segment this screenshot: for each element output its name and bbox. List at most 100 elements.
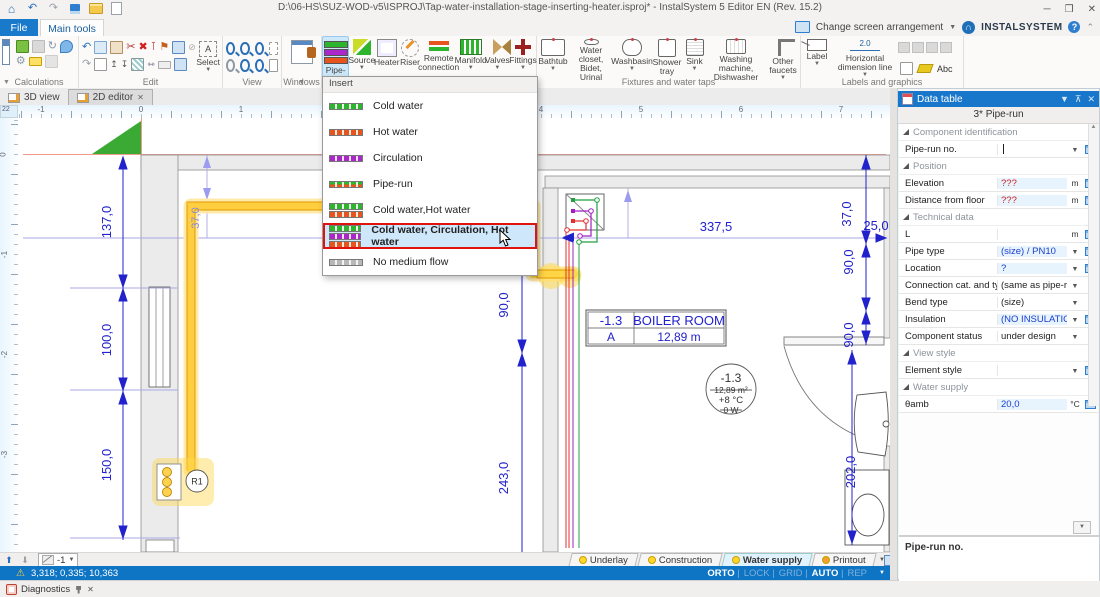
- tab-file[interactable]: File: [0, 19, 38, 36]
- menu-item-circulation[interactable]: Circulation: [323, 145, 537, 171]
- mode-auto[interactable]: AUTO: [812, 568, 844, 579]
- dropdown-arrow-icon[interactable]: ▼: [1072, 368, 1079, 375]
- row-distance-from-floor[interactable]: Distance from floor ??? m: [899, 192, 1098, 209]
- pipe-run-no-input[interactable]: [998, 144, 1067, 155]
- tab-water-supply[interactable]: Water supply: [721, 553, 813, 567]
- distance-input[interactable]: ???: [998, 195, 1067, 206]
- washing-machine-button[interactable]: Washing machine, Dishwasher: [706, 36, 766, 82]
- tab-construction[interactable]: Construction: [637, 553, 723, 567]
- gear-icon[interactable]: ⚙: [16, 56, 26, 67]
- bathtub-button[interactable]: Bathtub ▼: [537, 36, 569, 82]
- close-tab-icon[interactable]: ✕: [137, 93, 144, 102]
- align-down-icon[interactable]: ↧: [121, 60, 129, 69]
- move-down-icon[interactable]: ⬇: [18, 554, 32, 566]
- dropdown-arrow-icon[interactable]: ▼: [1072, 283, 1079, 290]
- radiator-r1[interactable]: R1: [152, 458, 214, 506]
- highlighter-icon[interactable]: [916, 64, 933, 73]
- zoom-window-icon[interactable]: [269, 42, 278, 55]
- pin-icon[interactable]: [76, 586, 81, 594]
- mode-orto[interactable]: ORTO: [707, 568, 739, 579]
- help-icon[interactable]: ?: [1068, 21, 1080, 33]
- row-location[interactable]: Location ? ▼: [899, 260, 1098, 277]
- collapse-ribbon-icon[interactable]: ⌃: [1086, 22, 1094, 33]
- refresh-icon[interactable]: ↻: [48, 41, 57, 52]
- theta-amb-input[interactable]: 20,0: [998, 399, 1067, 410]
- maximize-button[interactable]: ❒: [1065, 4, 1074, 15]
- row-pipe-type[interactable]: Pipe type (size) / PN10 ▼: [899, 243, 1098, 260]
- sink-button[interactable]: Sink ▼: [683, 36, 706, 82]
- close-diagnostics-icon[interactable]: ✕: [87, 585, 94, 594]
- menu-item-cold-circulation-hot[interactable]: Cold water, Circulation, Hot water: [323, 223, 537, 249]
- horizontal-dimension-button[interactable]: 2.0 Horizontal dimension line ▼: [833, 36, 897, 82]
- rectangle-icon[interactable]: [94, 58, 107, 71]
- text-tool-button[interactable]: Abc: [937, 64, 953, 74]
- row-theta-amb[interactable]: θamb 20,0 °C: [899, 396, 1098, 413]
- windows-icon[interactable]: [291, 40, 313, 64]
- water-drop-icon[interactable]: [60, 40, 73, 53]
- storey-combo[interactable]: -1 ▼: [38, 553, 78, 567]
- calc-options-icon[interactable]: [32, 40, 45, 53]
- room-label-table[interactable]: -1.3 BOILER ROOM A 12,89 m: [586, 310, 726, 346]
- shower-tray-button[interactable]: Shower tray: [651, 36, 683, 82]
- dropdown-arrow-icon[interactable]: ▼: [1072, 249, 1079, 256]
- dropdown-arrow-icon[interactable]: ▼: [1072, 266, 1079, 273]
- washbasin-button[interactable]: Washbasin ▼: [613, 36, 651, 82]
- viewport-icon[interactable]: [269, 59, 278, 72]
- delete-icon[interactable]: ✖: [138, 42, 147, 53]
- row-insulation[interactable]: Insulation (NO INSULATION) ▼: [899, 311, 1098, 328]
- panel-pin-icon[interactable]: ⊼: [1075, 94, 1082, 105]
- zoom-selection-icon[interactable]: [240, 59, 249, 72]
- zoom-extents-icon[interactable]: [255, 42, 264, 55]
- menu-item-no-medium-flow[interactable]: No medium flow: [323, 249, 537, 275]
- mirror-icon[interactable]: ⇿: [147, 60, 155, 69]
- copy-icon[interactable]: [94, 41, 107, 54]
- undo-edit-icon[interactable]: ↶: [82, 42, 91, 53]
- mode-grid[interactable]: GRID: [779, 568, 808, 579]
- pan-icon[interactable]: [255, 59, 264, 72]
- description-combo[interactable]: ▼: [1073, 521, 1091, 534]
- connection-select[interactable]: (same as pipe-run catalo: [998, 280, 1067, 291]
- cut-icon[interactable]: ✂: [126, 42, 135, 53]
- panel-close-icon[interactable]: ✕: [1087, 94, 1095, 105]
- other-faucets-button[interactable]: Other faucets ▼: [766, 36, 800, 82]
- panel-title-bar[interactable]: Data table ▼ ⊼ ✕: [898, 91, 1099, 107]
- elevation-input[interactable]: ???: [998, 178, 1067, 189]
- section-technical-data[interactable]: Technical data: [899, 209, 1098, 226]
- row-pipe-run-no[interactable]: Pipe-run no. ▼: [899, 141, 1098, 158]
- row-bend-type[interactable]: Bend type (size) ▼: [899, 294, 1098, 311]
- tab-2d-editor[interactable]: 2D editor ✕: [68, 89, 153, 105]
- room-stamp[interactable]: -1.3 12,89 m² +8 °C 0 W: [706, 364, 756, 415]
- water-closet-button[interactable]: Water closet, Bidet, Urinal: [569, 36, 613, 82]
- pipe-type-select[interactable]: (size) / PN10: [998, 246, 1067, 257]
- menu-item-cold-hot-water[interactable]: Cold water,Hot water: [323, 197, 537, 223]
- section-component-identification[interactable]: Component identification: [899, 124, 1098, 141]
- row-length[interactable]: L m: [899, 226, 1098, 243]
- section-view-style[interactable]: View style: [899, 345, 1098, 362]
- menu-item-hot-water[interactable]: Hot water: [323, 119, 537, 145]
- calculate-icon[interactable]: [2, 39, 10, 65]
- menu-item-cold-water[interactable]: Cold water: [323, 93, 537, 119]
- format-icon[interactable]: ⊺: [151, 42, 157, 53]
- flag-icon[interactable]: ⚑: [159, 42, 169, 53]
- label-button[interactable]: Label ▼: [801, 36, 833, 82]
- component-status-select[interactable]: under design: [998, 331, 1067, 342]
- bend-type-select[interactable]: (size): [998, 297, 1067, 308]
- table-icon[interactable]: [900, 62, 913, 75]
- zoom-previous-icon[interactable]: [226, 59, 235, 72]
- chevron-down-icon[interactable]: ▼: [949, 24, 956, 31]
- panel-dropdown-icon[interactable]: ▼: [1060, 94, 1069, 105]
- panel-splitter[interactable]: [890, 88, 897, 580]
- tab-printout[interactable]: Printout: [812, 553, 877, 567]
- ruler-icon[interactable]: [158, 61, 171, 69]
- paste-icon[interactable]: [110, 41, 123, 54]
- modes-dropdown-icon[interactable]: ▼: [879, 570, 885, 576]
- door-icon[interactable]: [174, 58, 187, 71]
- row-connection-cat[interactable]: Connection cat. and type (same as pipe-r…: [899, 277, 1098, 294]
- tab-underlay[interactable]: Underlay: [568, 553, 639, 567]
- location-select[interactable]: ?: [998, 263, 1067, 274]
- change-screen-arrangement-button[interactable]: Change screen arrangement: [816, 22, 943, 33]
- dropdown-arrow-icon[interactable]: ▼: [1072, 334, 1079, 341]
- mode-lock[interactable]: LOCK: [744, 568, 775, 579]
- section-water-supply[interactable]: Water supply: [899, 379, 1098, 396]
- dropdown-arrow-icon[interactable]: ▼: [1072, 147, 1079, 154]
